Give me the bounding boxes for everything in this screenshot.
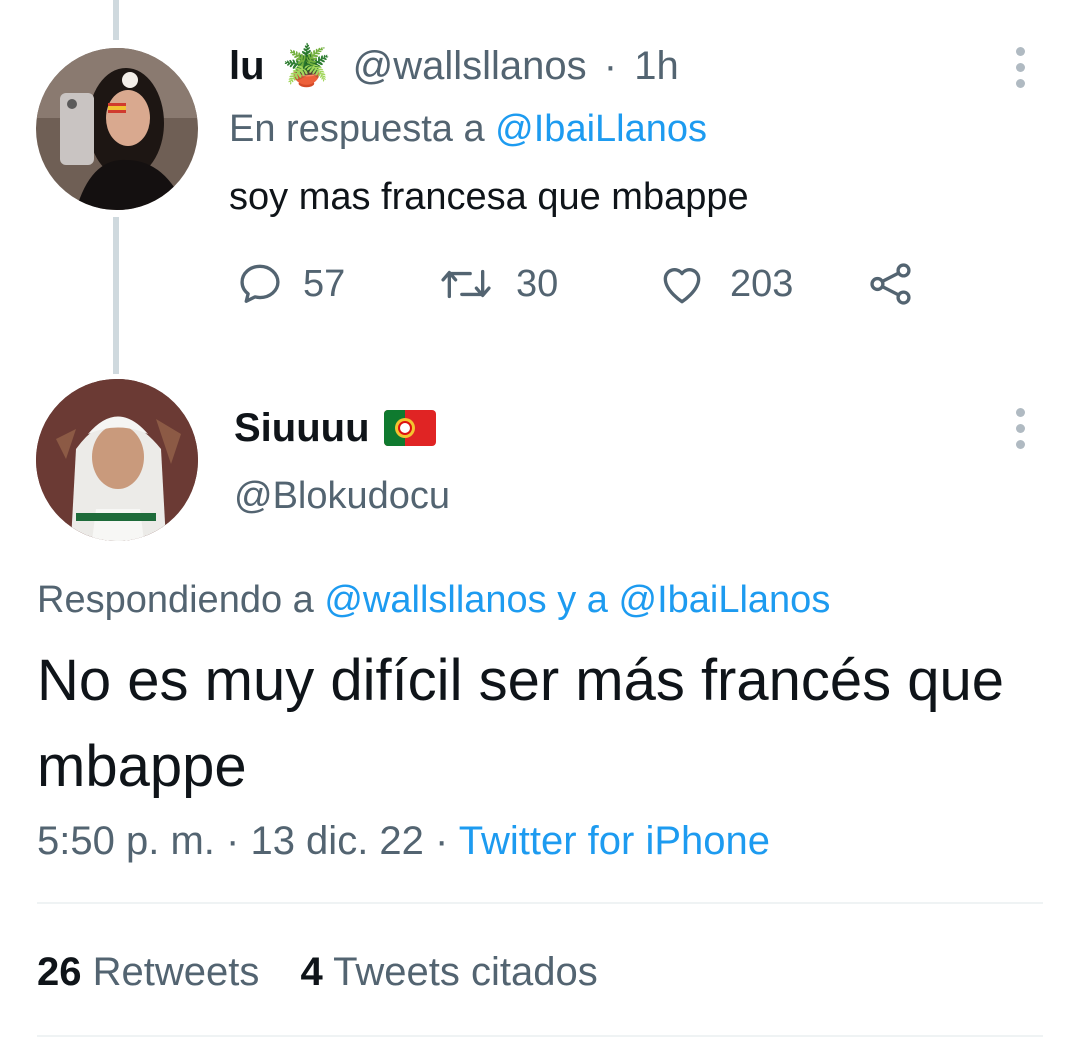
more-options-icon[interactable] <box>1013 47 1027 88</box>
separator: · <box>226 819 240 863</box>
reply-target-link[interactable]: @IbaiLlanos <box>495 108 707 150</box>
quotes-label: Tweets citados <box>333 950 598 994</box>
replying-to-user-2[interactable]: @IbaiLlanos <box>619 579 831 621</box>
tweet-time[interactable]: 1h <box>634 44 679 88</box>
thread-connector <box>113 217 119 374</box>
main-tweet-text: No es muy difícil ser más francés que mb… <box>37 648 1005 799</box>
replying-to-join: y a <box>557 579 608 621</box>
retweets-count: 26 <box>37 950 82 994</box>
thread-connector-top <box>113 0 119 40</box>
share-button[interactable] <box>866 258 916 310</box>
quotes-count: 4 <box>300 950 323 994</box>
reply-label: En respuesta a <box>229 108 485 150</box>
avatar-photo-siuuuu <box>36 379 198 541</box>
heart-icon <box>663 268 701 304</box>
reply-icon <box>240 264 280 303</box>
share-icon <box>870 263 911 305</box>
retweet-icon <box>441 269 491 299</box>
reply-tweet-text: soy mas francesa que mbappe <box>229 176 749 218</box>
replying-to-label: Respondiendo a <box>37 579 314 621</box>
avatar[interactable] <box>36 379 198 541</box>
quotes-stat[interactable]: 4 Tweets citados <box>301 950 598 994</box>
more-options-icon[interactable] <box>1013 408 1027 449</box>
divider <box>37 1035 1043 1037</box>
tweet-date[interactable]: 13 dic. 22 <box>250 819 423 863</box>
avatar[interactable] <box>36 48 198 210</box>
retweets-label: Retweets <box>92 950 260 994</box>
portugal-flag-icon <box>383 410 436 446</box>
main-tweet-author[interactable]: Siuuuu <box>234 404 436 452</box>
avatar-photo-lu <box>36 48 198 210</box>
replying-to: Respondiendo a @wallsllanos y a @IbaiLla… <box>37 576 830 624</box>
replying-to-user-1[interactable]: @wallsllanos <box>324 579 546 621</box>
reply-button[interactable]: 57 <box>235 258 345 310</box>
like-count: 203 <box>730 262 794 305</box>
tweet-metadata: 5:50 p. m. · 13 dic. 22 · Twitter for iP… <box>37 816 770 866</box>
author-handle[interactable]: @wallsllanos <box>353 44 587 88</box>
author-handle[interactable]: @Blokudocu <box>234 472 450 520</box>
tweet-source[interactable]: Twitter for iPhone <box>459 819 770 863</box>
retweets-stat[interactable]: 26 Retweets <box>37 950 259 994</box>
author-name[interactable]: Siuuuu <box>234 404 370 452</box>
retweet-button[interactable]: 30 <box>438 258 558 310</box>
reply-context: En respuesta a @IbaiLlanos <box>229 105 707 153</box>
reply-tweet-header: lu 🪴 @wallsllanos · 1h <box>229 42 679 90</box>
potted-plant-emoji: 🪴 <box>281 44 332 88</box>
retweet-count: 30 <box>516 262 559 305</box>
divider <box>37 902 1043 904</box>
author-name[interactable]: lu <box>229 44 265 88</box>
tweet-time[interactable]: 5:50 p. m. <box>37 819 215 863</box>
tweet-stats: 26 Retweets 4 Tweets citados <box>37 947 598 997</box>
separator: · <box>603 44 618 88</box>
reply-count: 57 <box>303 262 346 305</box>
separator: · <box>435 819 449 863</box>
like-button[interactable]: 203 <box>656 258 793 310</box>
